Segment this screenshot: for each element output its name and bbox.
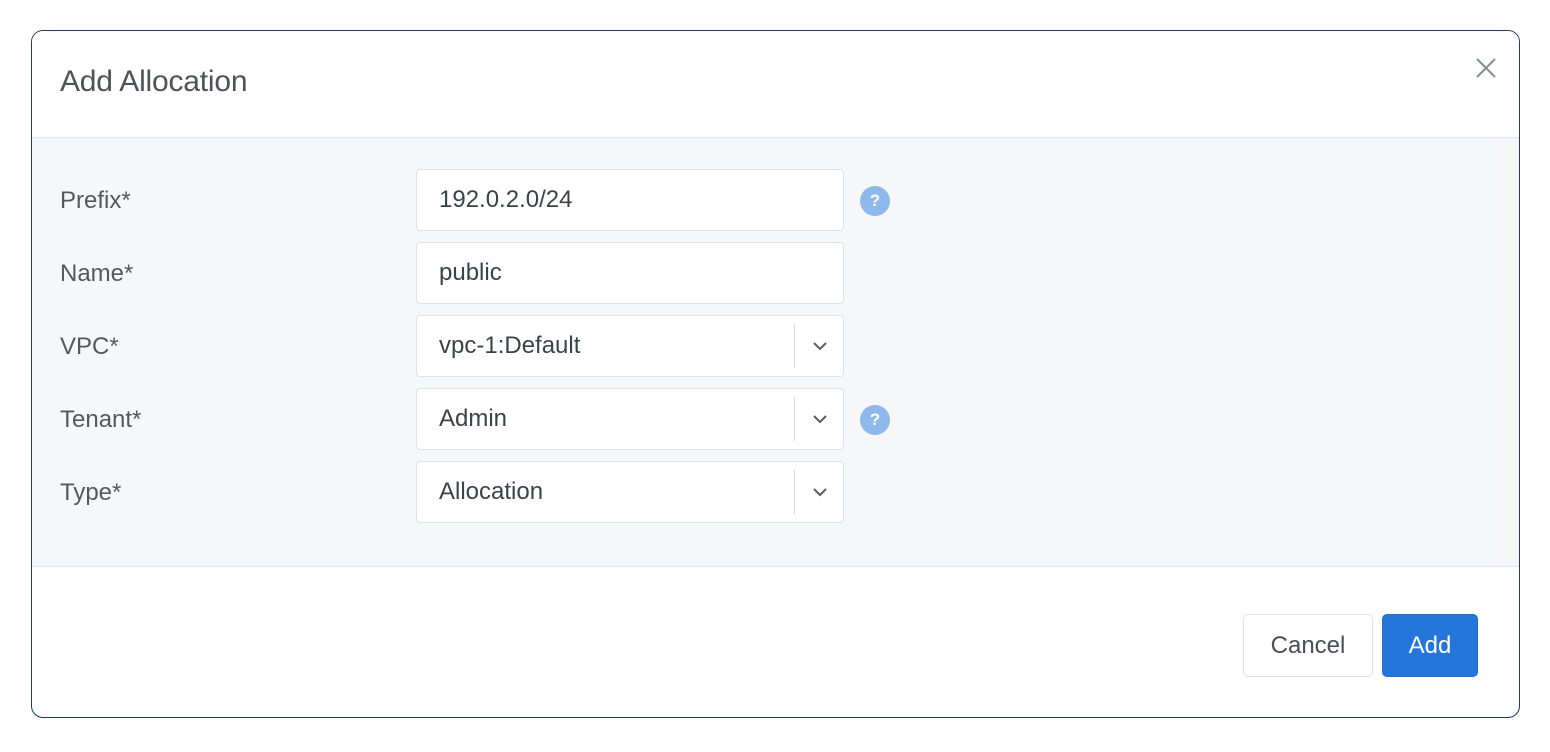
type-select[interactable]: Allocation	[416, 461, 844, 523]
chevron-down-icon[interactable]	[811, 337, 829, 355]
select-divider	[794, 324, 795, 368]
form-row-vpc: VPC* vpc-1:Default	[32, 315, 1519, 379]
modal-title: Add Allocation	[60, 65, 248, 98]
close-icon[interactable]	[1471, 53, 1501, 83]
name-value: public	[439, 259, 502, 286]
vpc-select[interactable]: vpc-1:Default	[416, 315, 844, 377]
form-row-name: Name* public	[32, 242, 1519, 306]
select-divider	[794, 397, 795, 441]
select-divider	[794, 470, 795, 514]
modal-body: Prefix* 192.0.2.0/24 ? Name* public VPC*…	[32, 138, 1519, 567]
form-row-prefix: Prefix* 192.0.2.0/24 ?	[32, 169, 1519, 233]
type-label: Type*	[60, 479, 122, 506]
chevron-down-icon[interactable]	[811, 483, 829, 501]
add-allocation-modal: Add Allocation Prefix* 192.0.2.0/24 ? Na…	[31, 30, 1520, 718]
prefix-value: 192.0.2.0/24	[439, 186, 573, 213]
question-icon[interactable]: ?	[860, 186, 890, 216]
modal-header: Add Allocation	[32, 31, 1519, 138]
question-icon[interactable]: ?	[860, 405, 890, 435]
vpc-value: vpc-1:Default	[439, 332, 581, 359]
modal-footer: Cancel Add	[32, 567, 1519, 717]
prefix-input[interactable]: 192.0.2.0/24	[416, 169, 844, 231]
name-input[interactable]: public	[416, 242, 844, 304]
name-label: Name*	[60, 260, 134, 287]
form-row-type: Type* Allocation	[32, 461, 1519, 525]
type-value: Allocation	[439, 478, 544, 505]
tenant-label: Tenant*	[60, 406, 142, 433]
cancel-button[interactable]: Cancel	[1243, 614, 1373, 677]
chevron-down-icon[interactable]	[811, 410, 829, 428]
prefix-label: Prefix*	[60, 187, 131, 214]
form-row-tenant: Tenant* Admin ?	[32, 388, 1519, 452]
tenant-value: Admin	[439, 405, 508, 432]
add-button[interactable]: Add	[1382, 614, 1478, 677]
tenant-select[interactable]: Admin	[416, 388, 844, 450]
vpc-label: VPC*	[60, 333, 119, 360]
